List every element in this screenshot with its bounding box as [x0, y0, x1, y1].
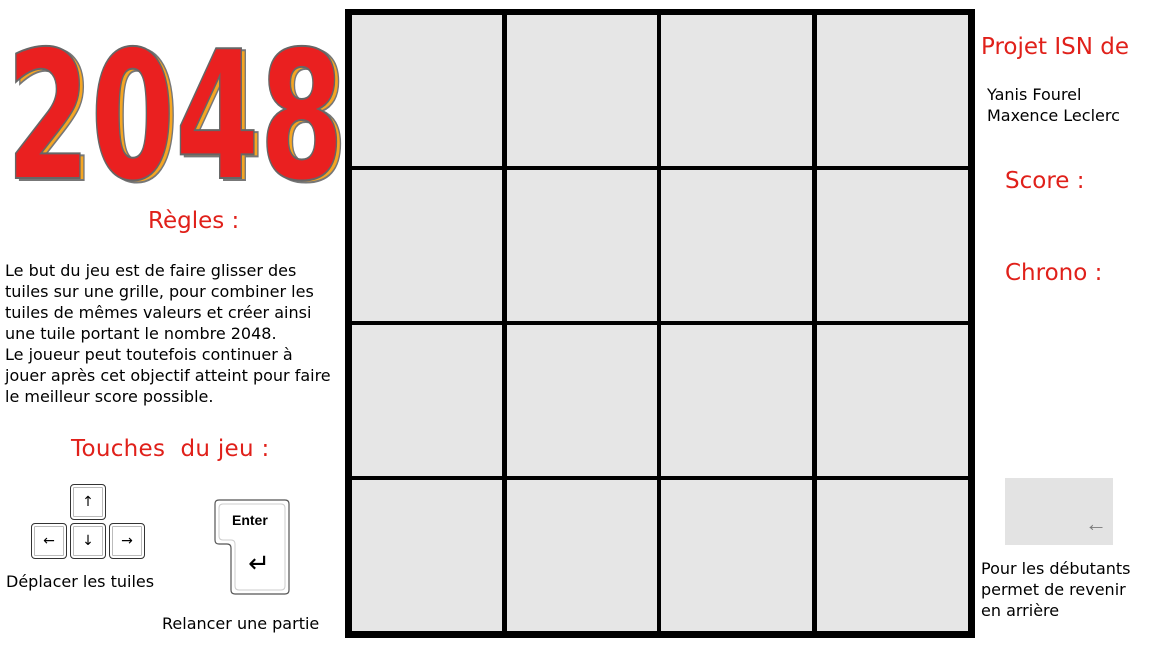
board-cell [507, 15, 657, 166]
arrow-left-key-icon: ← [31, 523, 67, 559]
score-label: Score : [1005, 168, 1085, 194]
board-cell [352, 170, 502, 321]
board-cell [817, 325, 968, 476]
game-board[interactable] [345, 9, 975, 638]
rules-title: Règles : [148, 208, 240, 234]
board-cell [817, 15, 968, 166]
author-name: Yanis Fourel [987, 85, 1082, 104]
chrono-label: Chrono : [1005, 260, 1103, 286]
author-name: Maxence Leclerc [987, 106, 1120, 125]
restart-game-label: Relancer une partie [162, 614, 320, 633]
arrow-down-key-icon: ↓ [70, 523, 106, 559]
enter-symbol: ↵ [248, 549, 270, 579]
board-cell [817, 170, 968, 321]
project-title: Projet ISN de [981, 34, 1130, 60]
enter-key-icon: ↵ [214, 499, 290, 595]
logo-text: 2048 [6, 13, 344, 188]
move-tiles-label: Déplacer les tuiles [6, 572, 155, 591]
board-cell [661, 15, 812, 166]
board-cell [661, 170, 812, 321]
rules-text: Le but du jeu est de faire glisser des t… [5, 261, 331, 406]
board-cell [661, 325, 812, 476]
board-cell [352, 15, 502, 166]
undo-description: Pour les débutants permet de revenir en … [981, 559, 1131, 620]
undo-button[interactable]: ← [1005, 478, 1113, 545]
arrow-up-key-icon: ↑ [70, 484, 106, 520]
enter-key-label: Enter [232, 512, 268, 528]
board-cell [352, 480, 502, 631]
arrow-right-key-icon: → [109, 523, 145, 559]
board-cell [661, 480, 812, 631]
controls-title: Touches du jeu : [71, 436, 270, 462]
board-cell [507, 480, 657, 631]
board-cell [507, 170, 657, 321]
board-cell [507, 325, 657, 476]
game-logo: 2048 2048 [5, 12, 345, 188]
back-arrow-icon: ← [1085, 511, 1107, 536]
board-cell [817, 480, 968, 631]
board-cell [352, 325, 502, 476]
